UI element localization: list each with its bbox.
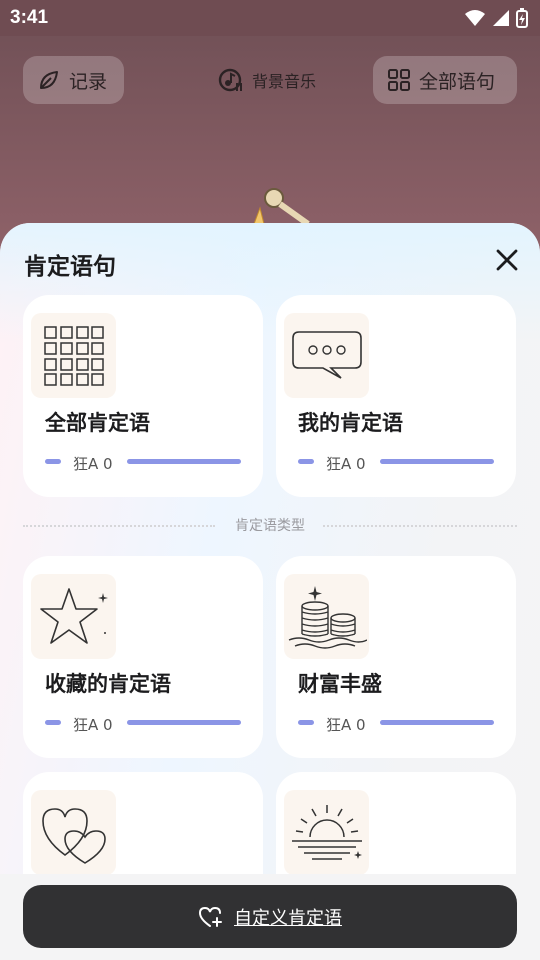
section-divider: 肯定语类型	[23, 515, 517, 537]
record-button[interactable]: 记录	[23, 56, 124, 104]
card-progress: 狂A 0	[45, 714, 241, 734]
card-title: 财富丰盛	[298, 672, 382, 696]
status-time: 3:41	[10, 7, 49, 28]
progress-bar-long	[380, 720, 494, 725]
progress-bar-short	[45, 720, 61, 725]
card-my-affirmations[interactable]: 我的肯定语 狂A 0	[276, 295, 516, 497]
progress-count: 狂A 0	[73, 455, 113, 473]
progress-count: 狂A 0	[326, 716, 366, 734]
progress-count: 狂A 0	[73, 716, 113, 734]
thumb	[31, 790, 116, 875]
thumb	[284, 790, 369, 875]
coins-icon	[288, 585, 367, 649]
thumb	[31, 574, 116, 659]
signal-icon	[493, 10, 509, 26]
leaf-icon	[40, 71, 58, 89]
grid-squares-icon	[388, 69, 410, 91]
progress-bar-short	[298, 459, 314, 464]
all-sentences-label: 全部语句	[419, 70, 496, 93]
progress-bar-short	[45, 459, 61, 464]
background-music-button[interactable]: 背景音乐	[218, 56, 316, 104]
music-note-icon	[218, 68, 242, 92]
music-label: 背景音乐	[252, 72, 317, 91]
sunrise-icon	[291, 804, 362, 860]
status-bar: 3:41	[0, 0, 540, 36]
thumb	[284, 574, 369, 659]
card-title: 全部肯定语	[45, 411, 150, 435]
progress-bar-long	[127, 459, 241, 464]
progress-count: 狂A 0	[326, 455, 366, 473]
card-wealth-abundance[interactable]: 财富丰盛 狂A 0	[276, 556, 516, 758]
card-title: 我的肯定语	[298, 411, 403, 435]
wifi-icon	[465, 10, 485, 26]
divider-line-right	[323, 525, 517, 527]
card-progress: 狂A 0	[45, 453, 241, 473]
battery-icon	[516, 8, 528, 28]
card-title: 收藏的肯定语	[45, 672, 171, 696]
hearts-icon	[41, 807, 106, 864]
speech-bubble-icon	[291, 330, 362, 379]
close-icon[interactable]	[492, 245, 522, 275]
pendant-decoration	[253, 188, 310, 226]
thumb	[31, 313, 116, 398]
card-favorite-affirmations[interactable]: 收藏的肯定语 狂A 0	[23, 556, 263, 758]
card-progress: 狂A 0	[298, 714, 494, 734]
custom-affirmation-label: 自定义肯定语	[234, 907, 342, 929]
card-all-affirmations[interactable]: 全部肯定语 狂A 0	[23, 295, 263, 497]
status-icons	[464, 8, 528, 28]
all-sentences-button[interactable]: 全部语句	[373, 56, 517, 104]
record-label: 记录	[69, 70, 108, 93]
heart-plus-icon	[198, 906, 222, 927]
progress-bar-long	[127, 720, 241, 725]
grid-icon	[43, 325, 104, 386]
thumb	[284, 313, 369, 398]
progress-bar-long	[380, 459, 494, 464]
top-bar: 记录 背景音乐 全部语句	[0, 56, 540, 104]
progress-bar-short	[298, 720, 314, 725]
affirmation-sheet: 肯定语句 全部肯定语 狂A 0 我的肯定语 狂A 0 肯定语类型 收藏的肯定语 …	[0, 223, 540, 960]
sheet-title: 肯定语句	[24, 254, 116, 280]
custom-affirmation-button[interactable]: 自定义肯定语	[23, 885, 517, 948]
star-icon	[39, 587, 108, 644]
card-progress: 狂A 0	[298, 453, 494, 473]
